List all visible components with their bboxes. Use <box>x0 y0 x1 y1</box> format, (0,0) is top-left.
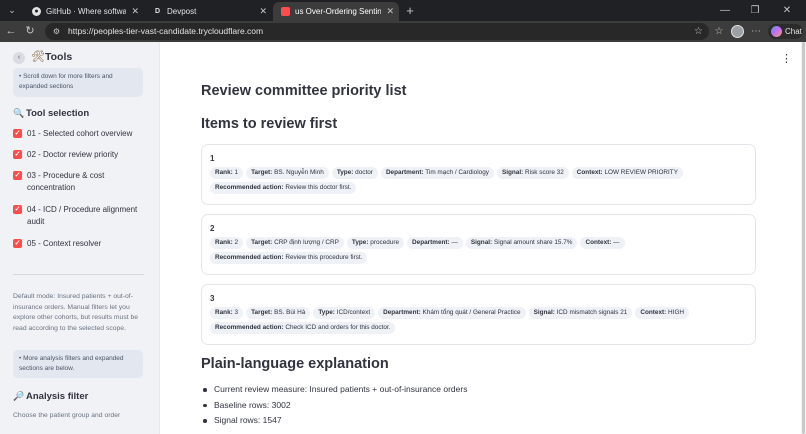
choose-patient-group-text: Choose the patient group and order <box>13 412 121 419</box>
chip-type: Type: doctor <box>331 167 378 179</box>
priority-card-2: 2 Rank: 2 Target: CRP định lượng / CRP Typ… <box>201 214 756 275</box>
priority-card-1: 1 Rank: 1 Target: BS. Nguyễn Minh Type: do… <box>201 144 756 205</box>
list-item: Current review measure: Insured patients… <box>201 382 467 398</box>
close-icon[interactable]: ✕ <box>131 2 139 21</box>
bookmark-star-icon[interactable]: ☆ <box>694 23 703 40</box>
scroll-hint-note: • Scroll down for more filters and expan… <box>13 68 143 97</box>
tools-title: Tools <box>45 51 73 63</box>
list-item: Signal rows: 1547 <box>201 413 467 429</box>
chip-target: Target: CRP định lượng / CRP <box>246 237 344 249</box>
tab-sentinel-active[interactable]: us Over-Ordering Sentinel ✕ <box>273 2 399 21</box>
chip-context: Context: HIGH <box>635 307 690 319</box>
more-filters-note: • More analysis filters and expanded sec… <box>13 350 143 378</box>
analysis-filter-heading: 🔎 Analysis filter <box>13 391 89 402</box>
tool-checkbox-05[interactable]: ✓ 05 - Context resolver <box>13 238 148 252</box>
copilot-icon <box>771 26 782 37</box>
chip-recommended-action: Recommended action: Review this doctor f… <box>210 182 357 194</box>
close-icon[interactable]: ✕ <box>386 2 394 21</box>
default-mode-text: Default mode: Insured patients + out-of-… <box>13 293 139 332</box>
maximize-icon[interactable]: ❐ <box>740 2 770 19</box>
checkbox-checked-icon[interactable]: ✓ <box>13 239 22 248</box>
magnifier-icon: 🔎 <box>13 391 25 401</box>
card-rank-number: 2 <box>210 224 215 233</box>
checkbox-checked-icon[interactable]: ✓ <box>13 129 22 138</box>
sidebar: ‹ 🛠 Tools • Scroll down for more filters… <box>0 42 160 434</box>
reload-icon[interactable]: ↻ <box>22 23 38 40</box>
priority-card-3: 3 Rank: 3 Target: BS. Bùi Hà Type: ICD/con… <box>201 284 756 345</box>
sidebar-divider <box>13 274 144 275</box>
card-rank-number: 3 <box>210 294 215 303</box>
tool-checkbox-01[interactable]: ✓ 01 - Selected cohort overview <box>13 128 148 142</box>
tool-checkbox-03[interactable]: ✓ 03 - Procedure & cost concentration <box>13 170 148 196</box>
minimize-icon[interactable]: — <box>710 2 740 19</box>
copilot-chat-button[interactable]: Chat <box>768 24 803 39</box>
plain-language-heading: Plain-language explanation <box>201 356 389 372</box>
tool-checkbox-04[interactable]: ✓ 04 - ICD / Procedure alignment audit <box>13 204 148 230</box>
main-content: ⋮ Review committee priority list Items t… <box>160 42 806 434</box>
collapse-sidebar-chevron-icon[interactable]: ‹ <box>13 52 25 64</box>
tab-title: GitHub · Where software is built <box>46 7 126 16</box>
chip-recommended-action: Recommended action: Review this procedur… <box>210 252 368 264</box>
tab-devpost[interactable]: D Devpost ✕ <box>145 2 272 21</box>
tool-selection-heading: 🔍 Tool selection <box>13 108 90 119</box>
page-scrollbar[interactable] <box>801 42 806 434</box>
tab-title: Devpost <box>167 7 197 16</box>
explanation-list: Current review measure: Insured patients… <box>201 382 467 429</box>
site-info-icon[interactable]: ⚙ <box>51 26 62 37</box>
tab-github[interactable]: ● GitHub · Where software is built ✕ <box>24 2 144 21</box>
chip-target: Target: BS. Bùi Hà <box>246 307 311 319</box>
page-title: Review committee priority list <box>201 83 407 99</box>
card-rank-number: 1 <box>210 154 215 163</box>
checkbox-checked-icon[interactable]: ✓ <box>13 150 22 159</box>
more-menu-icon[interactable]: ⋯ <box>748 23 764 40</box>
tool-checkbox-02[interactable]: ✓ 02 - Doctor review priority <box>13 149 148 163</box>
back-arrow-icon[interactable]: ← <box>3 23 19 40</box>
tab-title: us Over-Ordering Sentinel <box>295 7 381 16</box>
chip-department: Department: Tim mạch / Cardiology <box>380 167 494 179</box>
tab-search-chevron-icon[interactable]: ⌄ <box>4 3 20 18</box>
chip-rank: Rank: 3 <box>210 307 244 319</box>
chip-type: Type: ICD/context <box>313 307 376 319</box>
browser-toolbar: ← ↻ ⚙ https://peoples-tier-vast-candidat… <box>0 21 806 42</box>
profile-avatar[interactable] <box>731 25 744 38</box>
close-icon[interactable]: ✕ <box>259 2 267 21</box>
list-item: Baseline rows: 3002 <box>201 398 467 414</box>
chip-signal: Signal: Signal amount share 15.7% <box>465 237 578 249</box>
chip-target: Target: BS. Nguyễn Minh <box>246 167 329 179</box>
github-icon: ● <box>32 7 41 16</box>
app-icon <box>281 7 290 16</box>
chip-department: Department: — <box>407 237 463 249</box>
chip-signal: Signal: Risk score 32 <box>496 167 569 179</box>
address-bar[interactable]: ⚙ https://peoples-tier-vast-candidate.tr… <box>45 23 709 40</box>
magnifier-icon: 🔍 <box>13 108 25 118</box>
new-tab-plus-icon[interactable]: + <box>402 2 418 19</box>
chip-context: Context: — <box>580 237 625 249</box>
checkbox-checked-icon[interactable]: ✓ <box>13 205 22 214</box>
hammer-wrench-icon: 🛠 <box>31 51 45 63</box>
chip-type: Type: procedure <box>346 237 405 249</box>
chip-recommended-action: Recommended action: Check ICD and orders… <box>210 322 396 334</box>
browser-tab-bar: ⌄ ● GitHub · Where software is built ✕ D… <box>0 0 806 21</box>
items-heading: Items to review first <box>201 116 338 132</box>
chip-rank: Rank: 2 <box>210 237 244 249</box>
window-close-icon[interactable]: ✕ <box>772 2 802 19</box>
app-menu-kebab-icon[interactable]: ⋮ <box>781 52 792 65</box>
url-text[interactable]: https://peoples-tier-vast-candidate.tryc… <box>68 23 263 40</box>
chat-label: Chat <box>785 27 802 36</box>
chip-signal: Signal: ICD mismatch signals 21 <box>528 307 633 319</box>
devpost-icon: D <box>154 8 161 15</box>
favorites-icon[interactable]: ☆ <box>711 23 727 40</box>
checkbox-checked-icon[interactable]: ✓ <box>13 171 22 180</box>
chip-department: Department: Khám tổng quát / General Pra… <box>378 307 526 319</box>
chip-rank: Rank: 1 <box>210 167 244 179</box>
chip-context: Context: LOW REVIEW PRIORITY <box>571 167 683 179</box>
scrollbar-thumb[interactable] <box>802 42 805 434</box>
